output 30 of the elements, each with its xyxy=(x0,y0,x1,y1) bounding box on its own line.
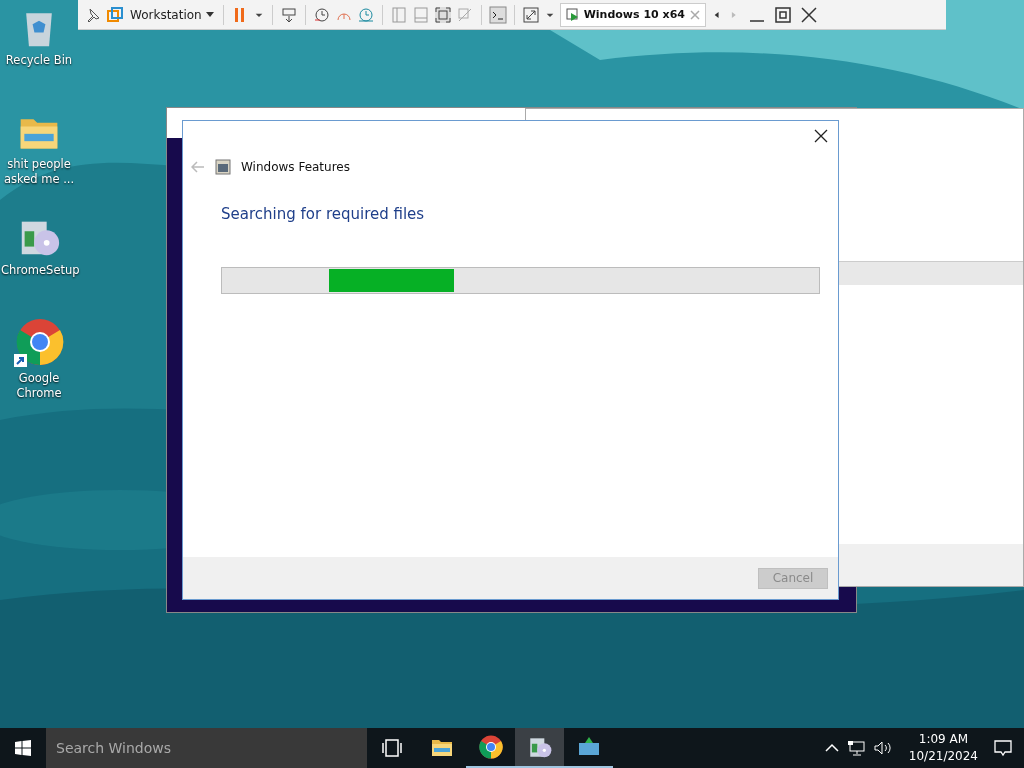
window-icon xyxy=(215,159,231,175)
network-icon[interactable] xyxy=(846,740,865,756)
volume-icon[interactable] xyxy=(872,740,893,756)
dialog-title: Windows Features xyxy=(241,160,350,174)
windows-start-icon[interactable] xyxy=(15,740,31,756)
chrome-icon xyxy=(478,735,503,759)
search-field[interactable]: Search Windows xyxy=(46,728,367,768)
caret-icon xyxy=(205,12,214,17)
desktop-icon-label: Recycle Bin xyxy=(4,53,74,68)
chrome-shortcut-icon[interactable] xyxy=(14,318,64,368)
console-icon[interactable] xyxy=(488,5,507,24)
send-keys-icon[interactable] xyxy=(279,5,298,24)
stretch-icon[interactable] xyxy=(521,5,540,24)
clock[interactable]: 1:09 AM 10/21/2024 xyxy=(908,731,978,765)
notification-icon[interactable] xyxy=(994,739,1012,757)
vm-logo-icon[interactable] xyxy=(106,5,124,24)
desktop-icon-label: Google Chrome xyxy=(15,371,63,401)
close-icon[interactable] xyxy=(812,127,830,145)
chevron-up-icon[interactable] xyxy=(824,743,839,753)
desktop-icon-label: shit people asked me ... xyxy=(2,157,76,187)
status-heading: Searching for required files xyxy=(221,205,426,223)
taskbar-app[interactable] xyxy=(515,728,564,768)
snapshot-icon[interactable] xyxy=(312,5,331,24)
snapshot-manager-icon[interactable] xyxy=(356,5,375,24)
task-view-icon[interactable] xyxy=(381,738,403,758)
vm-icon xyxy=(565,7,580,22)
workstation-menu[interactable]: Workstation xyxy=(128,5,216,24)
full-screen-icon[interactable] xyxy=(433,5,452,24)
vm-tab[interactable]: Windows 10 x64 xyxy=(559,2,706,27)
desktop-icon-label: ChromeSetup xyxy=(1,263,77,278)
